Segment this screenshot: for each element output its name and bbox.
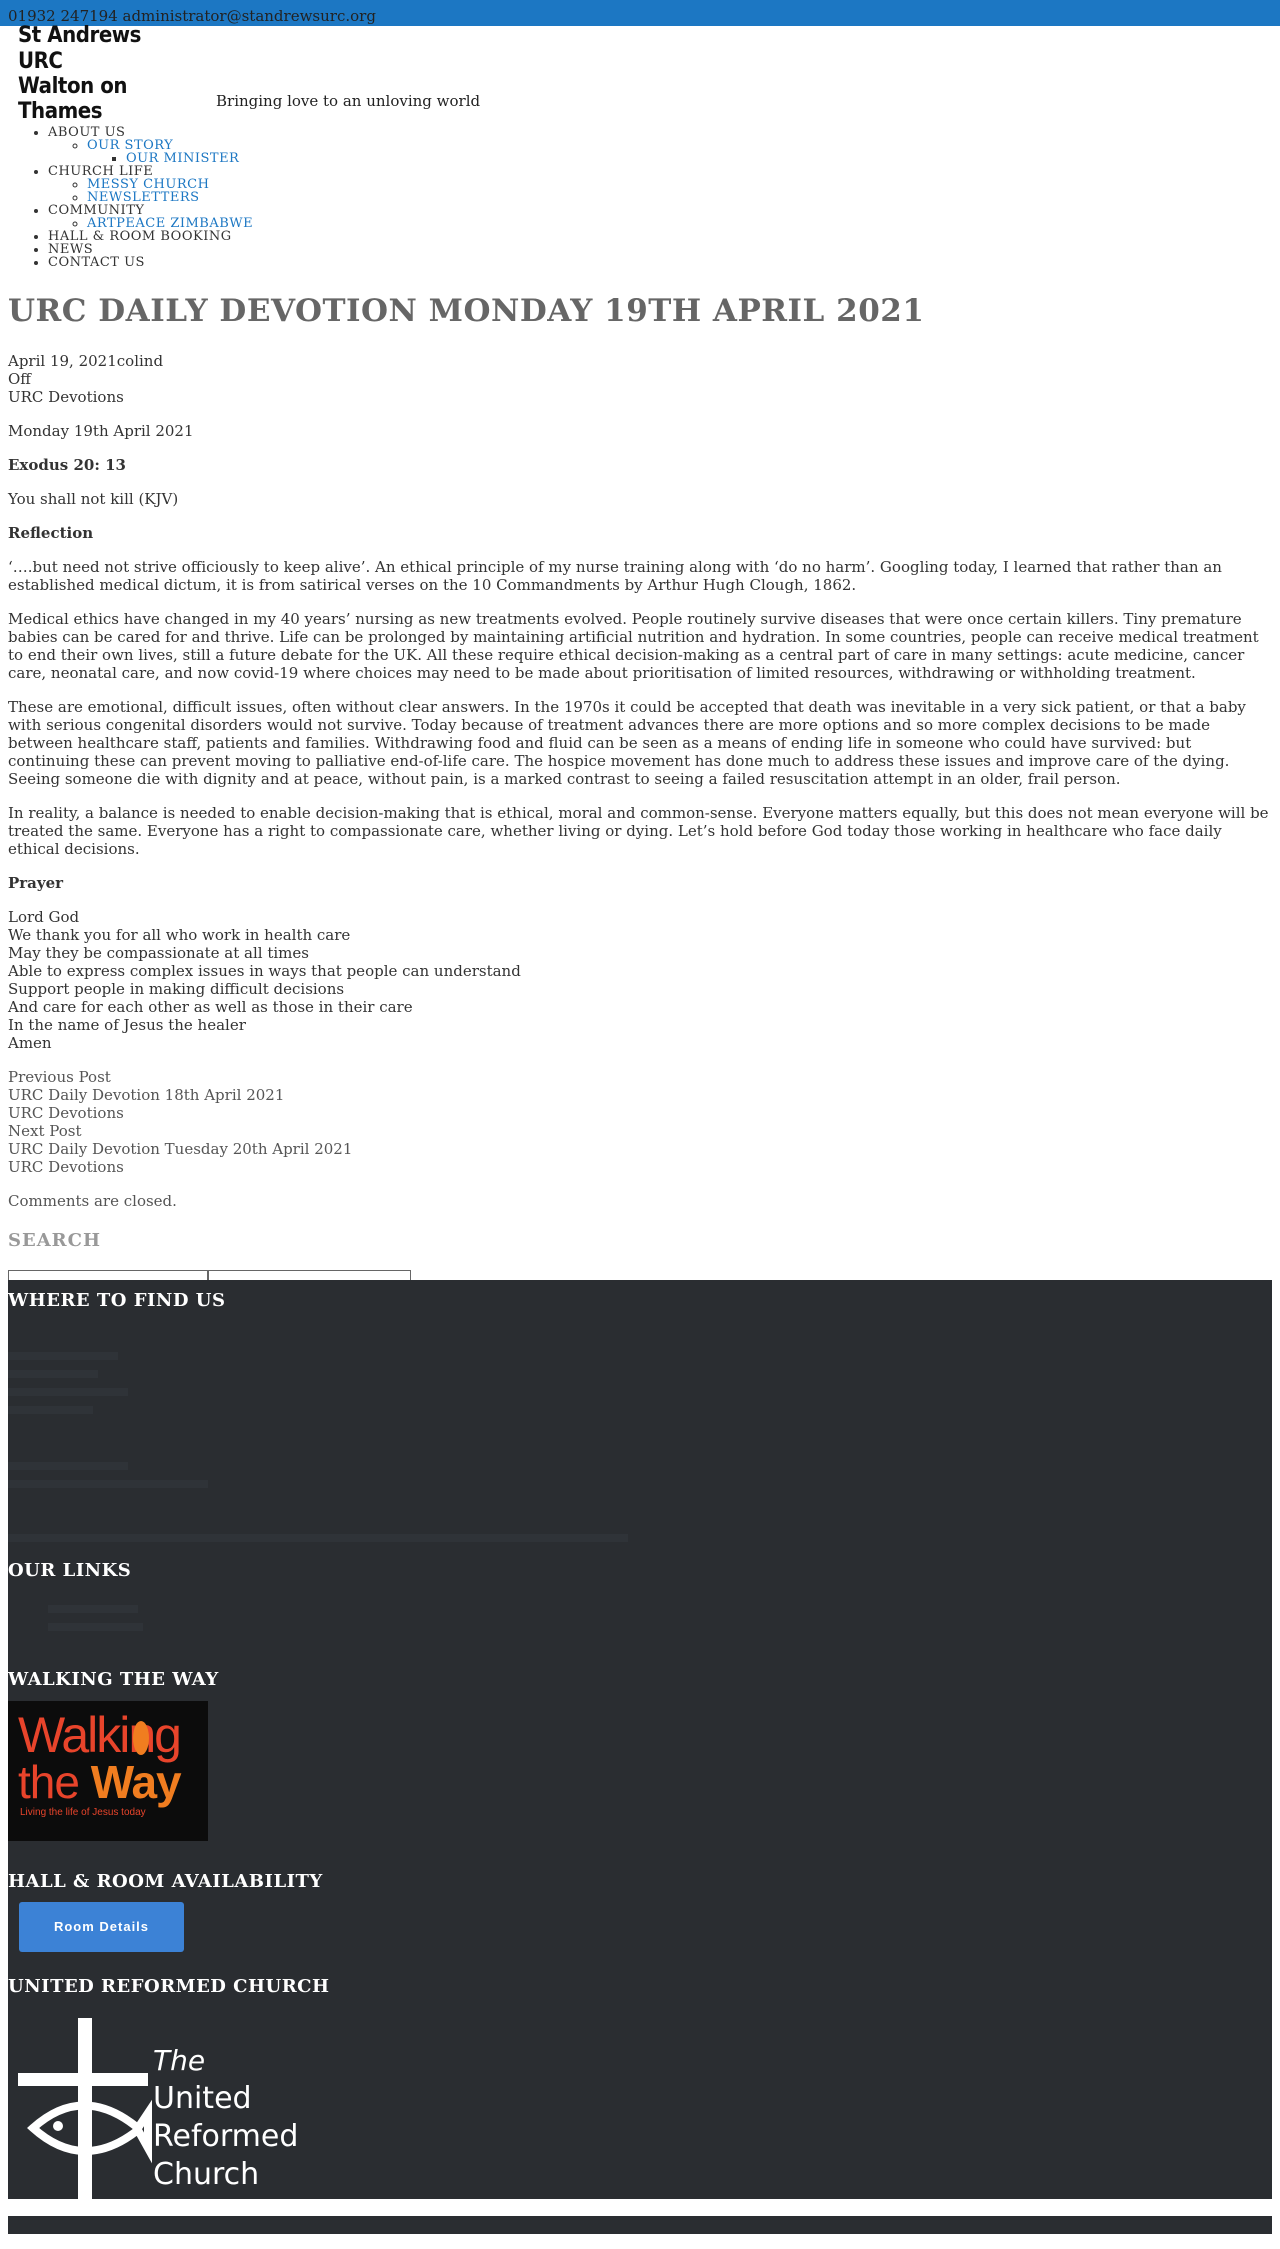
prayer-line: Support people in making difficult decis… xyxy=(8,980,345,999)
urc-logo-church: Church xyxy=(153,2156,260,2192)
next-post-title: URC Daily Devotion Tuesday 20th April 20… xyxy=(8,1140,353,1159)
next-post-link[interactable]: Next Post URC Daily Devotion Tuesday 20t… xyxy=(8,1122,1272,1176)
main-navigation: ABOUT US OUR STORY OUR MINISTER CHURCH L… xyxy=(0,126,1280,269)
reflection-heading: Reflection xyxy=(8,524,94,543)
post-date-author[interactable]: April 19, 2021colind xyxy=(8,352,1272,370)
post-meta: April 19, 2021colind Off URC Devotions xyxy=(8,352,1272,406)
united-reformed-church-title: UNITED REFORMED CHURCH xyxy=(8,1976,330,1998)
urc-logo-the: The xyxy=(153,2043,206,2077)
site-logo[interactable]: St Andrews URC Walton on Thames xyxy=(8,23,208,124)
prayer-line: May they be compassionate at all times xyxy=(8,944,309,963)
search-widget-title: SEARCH xyxy=(8,1230,101,1252)
contact-info: 01932 247194 administrator@standrewsurc.… xyxy=(8,7,376,25)
comments-closed-notice: Comments are closed. xyxy=(8,1192,177,1211)
next-post-category: URC Devotions xyxy=(8,1158,124,1177)
prayer-line: Amen xyxy=(8,1034,52,1053)
top-contact-bar: 01932 247194 administrator@standrewsurc.… xyxy=(0,0,1280,26)
reflection-paragraph-3: These are emotional, difficult issues, o… xyxy=(8,698,1246,789)
walking-the-way-title: WALKING THE WAY xyxy=(8,1669,219,1691)
post-category[interactable]: URC Devotions xyxy=(8,388,1272,406)
scripture-reference: Exodus 20: 13 xyxy=(8,456,126,475)
hall-room-availability-title: HALL & ROOM AVAILABILITY xyxy=(8,1870,323,1892)
walking-logo-word-2: the Way xyxy=(18,1753,182,1811)
site-header: St Andrews URC Walton on Thames Bringing… xyxy=(0,23,1280,124)
post-date-line: Monday 19th April 2021 xyxy=(8,422,194,441)
post-article: URC DAILY DEVOTION MONDAY 19TH APRIL 202… xyxy=(0,293,1280,1292)
bottom-footer-bar xyxy=(8,2216,1272,2234)
previous-post-title: URC Daily Devotion 18th April 2021 xyxy=(8,1086,285,1105)
post-navigation: Previous Post URC Daily Devotion 18th Ap… xyxy=(8,1068,1272,1176)
prayer-line: Able to express complex issues in ways t… xyxy=(8,962,521,981)
prayer-line: And care for each other as well as those… xyxy=(8,998,413,1017)
previous-post-link[interactable]: Previous Post URC Daily Devotion 18th Ap… xyxy=(8,1068,1272,1122)
walking-logo-the: the xyxy=(18,1755,91,1808)
prayer-text: Lord God We thank you for all who work i… xyxy=(8,908,1272,1052)
urc-logo-text: The United Reformed Church xyxy=(153,2042,298,2194)
site-tagline: Bringing love to an unloving world xyxy=(216,92,481,110)
nav-contact-us[interactable]: CONTACT US xyxy=(48,255,145,270)
our-links-title: OUR LINKS xyxy=(8,1559,132,1581)
reflection-paragraph-1: ‘….but need not strive officiously to ke… xyxy=(8,558,1222,595)
prayer-heading: Prayer xyxy=(8,874,64,893)
prayer-line: In the name of Jesus the healer xyxy=(8,1016,246,1035)
previous-post-label: Previous Post xyxy=(8,1068,111,1087)
walking-logo-way: Way xyxy=(90,1755,182,1808)
site-footer: WHERE TO FIND US OUR LINKS WALKING THE W… xyxy=(8,1280,1272,2213)
footprint-icon xyxy=(133,1720,149,1755)
post-comments-status: Off xyxy=(8,370,31,389)
room-details-button[interactable]: Room Details xyxy=(19,1902,184,1953)
urc-cross-fish-icon xyxy=(18,2017,152,2213)
walking-logo-tagline: Living the life of Jesus today xyxy=(20,1806,146,1818)
next-post-label: Next Post xyxy=(8,1122,82,1141)
logo-line-2: Walton on Thames xyxy=(18,74,127,125)
previous-post-category: URC Devotions xyxy=(8,1104,124,1123)
reflection-paragraph-2: Medical ethics have changed in my 40 yea… xyxy=(8,610,1259,683)
page-title: URC DAILY DEVOTION MONDAY 19TH APRIL 202… xyxy=(8,293,925,329)
urc-logo-reformed: Reformed xyxy=(153,2118,299,2154)
where-to-find-us-content xyxy=(8,1312,1272,1542)
our-links-list xyxy=(8,1581,1272,1647)
where-to-find-us-title: WHERE TO FIND US xyxy=(8,1290,226,1311)
prayer-line: We thank you for all who work in health … xyxy=(8,926,351,945)
reflection-paragraph-4: In reality, a balance is needed to enabl… xyxy=(8,804,1269,859)
walking-the-way-logo[interactable]: Walking the Way Living the life of Jesus… xyxy=(8,1700,208,1841)
urc-logo[interactable]: The United Reformed Church xyxy=(8,2017,1272,2228)
scripture-text: You shall not kill (KJV) xyxy=(8,490,179,509)
prayer-line: Lord God xyxy=(8,908,80,927)
logo-line-1: St Andrews URC xyxy=(18,23,141,74)
urc-logo-united: United xyxy=(153,2080,252,2116)
